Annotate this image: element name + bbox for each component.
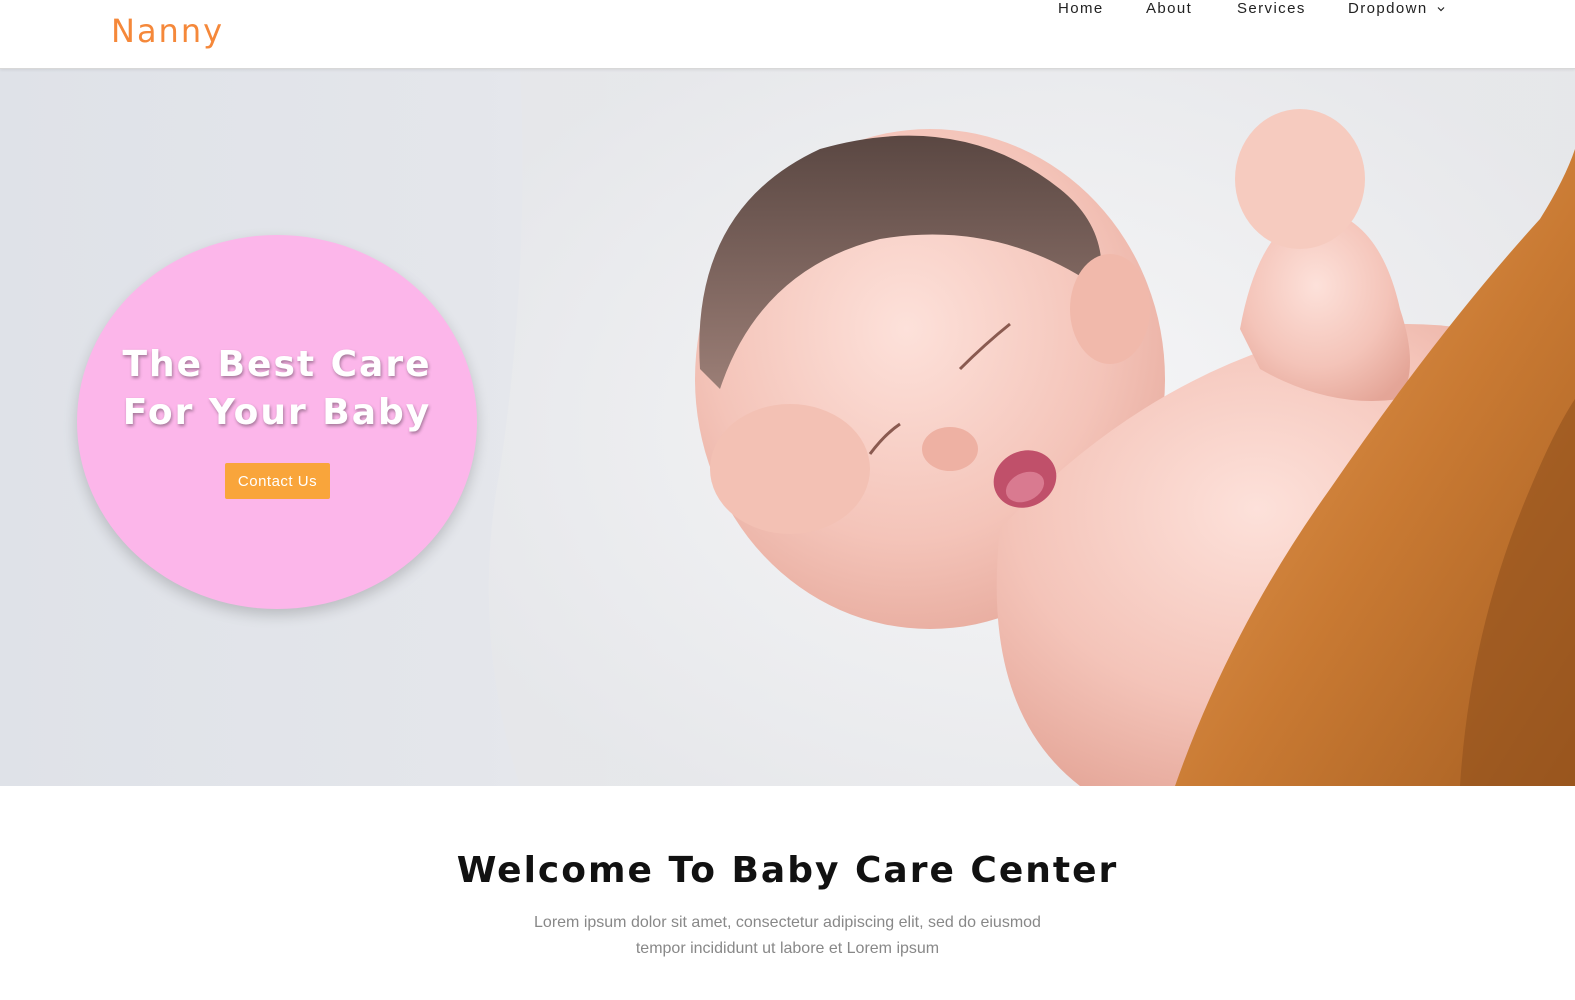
nav-link-services[interactable]: Services [1237, 0, 1306, 17]
nav-dropdown-toggle[interactable]: Dropdown [1348, 0, 1446, 17]
hero-title-line-2: For Your Baby [122, 392, 432, 433]
hero-circle-card: The Best Care For Your Baby Contact Us [77, 235, 477, 609]
hero-title-line-1: The Best Care [122, 344, 432, 385]
hero-section: The Best Care For Your Baby Contact Us [0, 69, 1575, 786]
header-navbar: Nanny Home About Services Dropdown [0, 0, 1575, 69]
welcome-title: Welcome To Baby Care Center [456, 850, 1119, 891]
nav-link-home[interactable]: Home [1058, 0, 1104, 17]
brand-logo[interactable]: Nanny [111, 12, 224, 50]
welcome-text: Lorem ipsum dolor sit amet, consectetur … [534, 914, 1041, 957]
chevron-down-icon [1437, 7, 1445, 12]
hero-title: The Best Care For Your Baby [77, 341, 477, 437]
contact-us-button[interactable]: Contact Us [225, 463, 330, 499]
nav-dropdown-label: Dropdown [1348, 0, 1428, 17]
nav-link-about[interactable]: About [1146, 0, 1192, 17]
